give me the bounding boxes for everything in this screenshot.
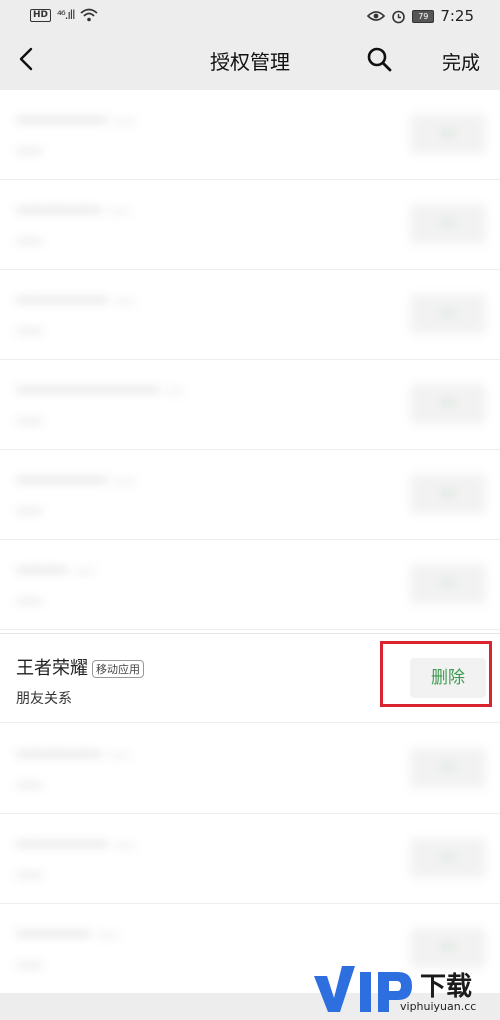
watermark-url: viphuiyuan.cc <box>400 1000 477 1013</box>
app-name: ························· ····· <box>16 380 187 401</box>
app-name: ················ ······ <box>16 290 139 311</box>
app-name: ················ ······ <box>16 110 139 131</box>
app-type-tag: ······ <box>114 838 136 852</box>
permission-label: ······ <box>16 778 43 794</box>
eye-icon <box>367 11 386 21</box>
status-left: HD ⁴⁶.ıll <box>30 8 99 22</box>
status-time: 7:25 <box>440 7 474 25</box>
list-item: ··············· ······ ······ ··· <box>0 180 500 270</box>
permission-label: ······ <box>16 144 43 160</box>
delete-button[interactable]: ··· <box>410 294 486 334</box>
vip-logo-icon <box>314 966 412 1012</box>
done-button[interactable]: 完成 <box>442 48 480 75</box>
delete-button[interactable]: ··· <box>410 114 486 154</box>
delete-button[interactable]: ··· <box>410 838 486 878</box>
status-right: 79 7:25 <box>367 7 474 25</box>
list-item: ················ ······ ······ ··· <box>0 270 500 360</box>
permission-label: ······ <box>16 414 43 430</box>
app-type-tag: ······ <box>108 204 130 218</box>
battery-icon: 79 <box>412 9 435 23</box>
wifi-icon <box>80 8 99 22</box>
permission-label: 朋友关系 <box>16 691 72 707</box>
app-type-tag: ······ <box>108 748 130 762</box>
delete-button[interactable]: ··· <box>410 748 486 788</box>
app-name: ········· ······ <box>16 560 98 581</box>
list-item: ··············· ······ ······ ··· <box>0 724 500 814</box>
list-item: ················ ······ ······ ··· <box>0 814 500 904</box>
list-item: ························· ····· ······ ··· <box>0 360 500 450</box>
delete-button[interactable]: ··· <box>410 564 486 604</box>
watermark: 下载 viphuiyuan.cc <box>300 962 496 1018</box>
permission-label: ······ <box>16 234 43 250</box>
hd-badge: HD <box>30 8 52 22</box>
highlight-box <box>380 641 492 707</box>
app-type-tag: ······ <box>114 114 136 128</box>
alarm-icon <box>392 10 406 23</box>
permission-label: ······ <box>16 504 43 520</box>
permission-label: ······ <box>16 958 43 974</box>
app-type-tag: ····· <box>166 384 184 398</box>
app-name: ··············· ······ <box>16 200 133 221</box>
signal-icon: ⁴⁶.ıll <box>57 8 75 22</box>
list-item: ················ ······ ······ ··· <box>0 90 500 180</box>
app-type-tag: ······ <box>97 928 119 942</box>
authorization-list: ················ ······ ······ ··· ·········… <box>0 90 500 994</box>
app-name: ················ ······ <box>16 834 139 855</box>
app-type-tag: 移动应用 <box>92 660 144 678</box>
list-item: ················ ······ ······ ··· <box>0 450 500 540</box>
app-type-tag: ······ <box>114 294 136 308</box>
list-item: ········· ······ ······ ··· <box>0 540 500 630</box>
permission-label: ······ <box>16 324 43 340</box>
watermark-text: 下载 <box>420 972 473 1002</box>
app-type-tag: ······ <box>114 474 136 488</box>
app-name: 王者荣耀 移动应用 <box>16 654 144 680</box>
search-icon[interactable] <box>364 44 394 74</box>
top-nav-bar: 授权管理 完成 <box>0 32 500 90</box>
app-name: ················ ······ <box>16 470 139 491</box>
permission-label: ······ <box>16 868 43 884</box>
page-title: 授权管理 <box>210 50 290 74</box>
delete-button[interactable]: ··· <box>410 204 486 244</box>
app-name: ············· ······ <box>16 924 121 945</box>
app-type-tag: ······ <box>74 564 96 578</box>
delete-button[interactable]: ··· <box>410 474 486 514</box>
status-bar: HD ⁴⁶.ıll 79 7:25 <box>0 0 500 32</box>
app-name: ··············· ······ <box>16 744 133 765</box>
permission-label: ······ <box>16 594 43 610</box>
delete-button[interactable]: ··· <box>410 384 486 424</box>
